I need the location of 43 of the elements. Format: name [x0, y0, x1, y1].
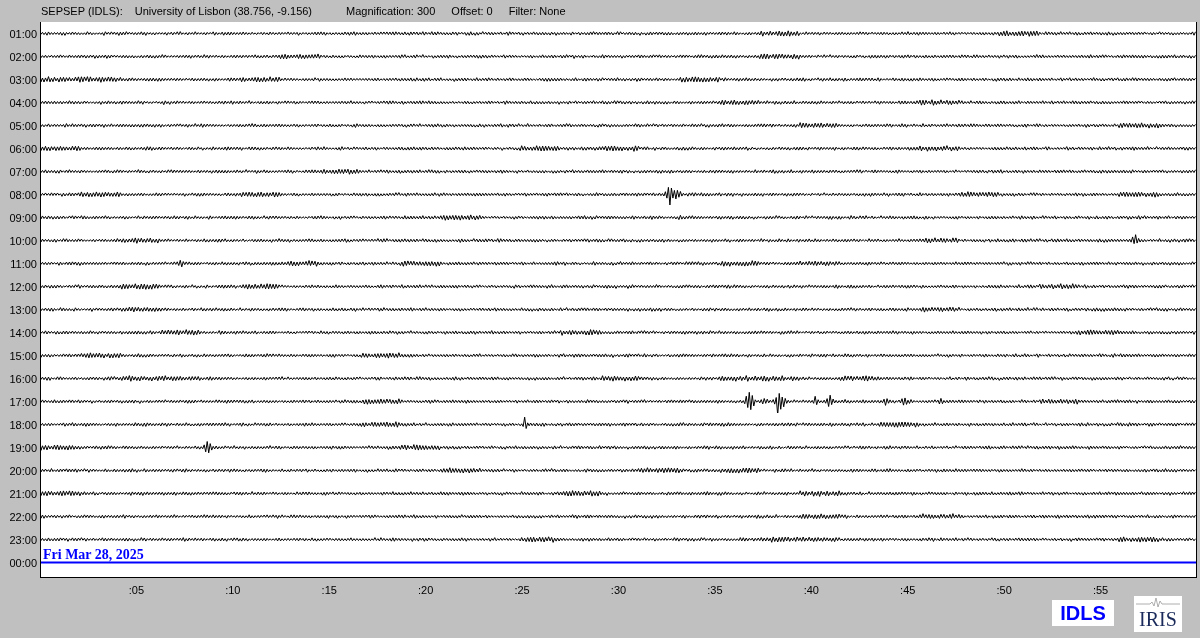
hour-label: 05:00 [9, 119, 38, 132]
axis-tick-label: :50 [996, 584, 1012, 596]
hour-label: 18:00 [9, 418, 38, 431]
magnification-label: Magnification: 300 [346, 5, 436, 17]
axis-tick-label: :55 [1092, 584, 1109, 596]
hour-label: 15:00 [9, 349, 38, 362]
hour-label: 21:00 [9, 487, 38, 500]
hour-label: 08:00 [9, 188, 38, 201]
hour-label: 01:00 [9, 27, 38, 40]
hour-label: 11:00 [10, 257, 38, 270]
hour-label: 20:00 [9, 464, 38, 477]
axis-tick-label: :45 [900, 584, 916, 596]
hour-label: 03:00 [9, 73, 38, 86]
hour-label: 02:00 [9, 50, 38, 63]
hour-label: 16:00 [9, 372, 38, 385]
hour-label: 06:00 [9, 142, 38, 155]
axis-tick-label: :05 [128, 584, 145, 596]
hour-label: 00:00 [9, 556, 38, 569]
hour-label: 09:00 [9, 211, 38, 224]
hour-label: 23:00 [9, 533, 38, 546]
filter-label: Filter: None [508, 5, 566, 17]
hour-label: 04:00 [9, 96, 38, 109]
axis-tick-label: :10 [225, 584, 241, 596]
hour-label: 07:00 [9, 165, 38, 178]
station-label: SEPSEP (IDLS): [41, 5, 123, 17]
date-label: Fri Mar 28, 2025 [43, 548, 144, 562]
axis-tick-label: :30 [610, 584, 627, 596]
axis-tick-label: :20 [418, 584, 434, 596]
location-label: University of Lisbon (38.756, -9.156) [134, 5, 313, 17]
hour-label: 12:00 [9, 280, 38, 293]
axis-tick-label: :40 [803, 584, 819, 596]
hour-label: 14:00 [9, 326, 38, 339]
iris-logo: IRIS [1134, 596, 1182, 632]
hour-label: 22:00 [9, 510, 38, 523]
offset-label: Offset: 0 [451, 5, 493, 17]
axis-tick-label: :25 [514, 584, 530, 596]
axis-tick-label: :35 [707, 584, 723, 596]
hour-label: 10:00 [9, 234, 38, 247]
idls-logo: IDLS [1052, 600, 1114, 626]
hour-label: 17:00 [9, 395, 38, 408]
hour-label: 19:00 [9, 441, 38, 454]
axis-tick-label: :15 [321, 584, 337, 596]
hour-label: 13:00 [9, 303, 38, 316]
